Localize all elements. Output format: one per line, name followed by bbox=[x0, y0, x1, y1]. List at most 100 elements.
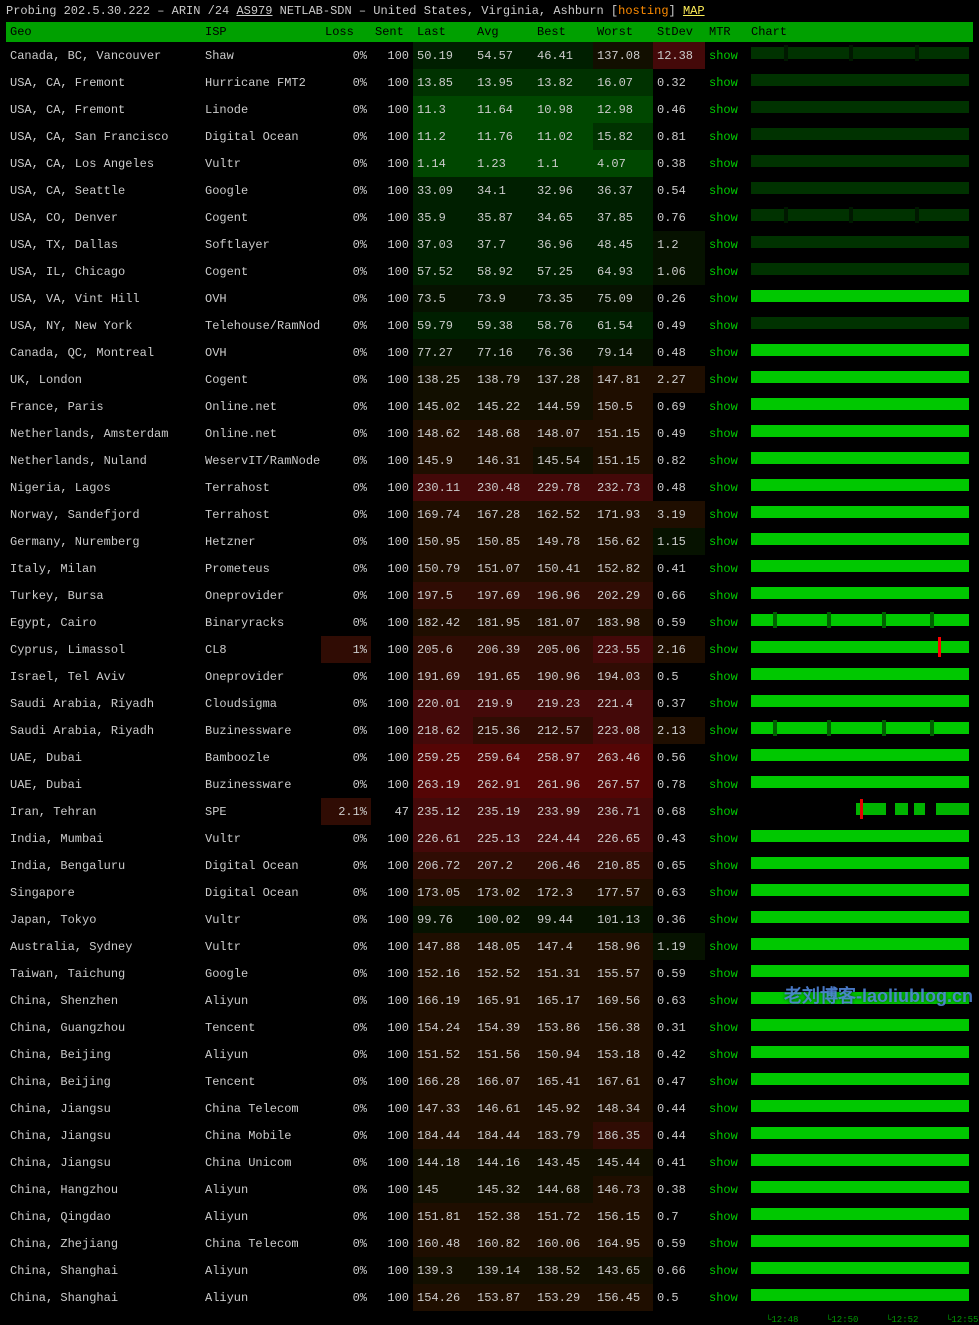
mtr-show-link[interactable]: show bbox=[705, 150, 747, 177]
mtr-show-link[interactable]: show bbox=[705, 879, 747, 906]
cell-loss: 0% bbox=[321, 825, 371, 852]
mtr-show-link[interactable]: show bbox=[705, 1230, 747, 1257]
cell-avg: 262.91 bbox=[473, 771, 533, 798]
mtr-show-link[interactable]: show bbox=[705, 420, 747, 447]
mtr-show-link[interactable]: show bbox=[705, 582, 747, 609]
table-row: China, GuangzhouTencent0%100154.24154.39… bbox=[6, 1014, 973, 1041]
col-stdev[interactable]: StDev bbox=[653, 22, 705, 42]
mtr-show-link[interactable]: show bbox=[705, 717, 747, 744]
time-tick: 12:48 bbox=[766, 1315, 798, 1325]
cell-sent: 100 bbox=[371, 987, 413, 1014]
cell-last: 13.85 bbox=[413, 69, 473, 96]
mtr-show-link[interactable]: show bbox=[705, 663, 747, 690]
chart-cell bbox=[747, 447, 973, 474]
cell-isp: WeservIT/RamNode bbox=[201, 447, 321, 474]
mtr-show-link[interactable]: show bbox=[705, 1122, 747, 1149]
mtr-show-link[interactable]: show bbox=[705, 906, 747, 933]
mtr-show-link[interactable]: show bbox=[705, 258, 747, 285]
col-worst[interactable]: Worst bbox=[593, 22, 653, 42]
mtr-show-link[interactable]: show bbox=[705, 609, 747, 636]
mtr-show-link[interactable]: show bbox=[705, 1041, 747, 1068]
mtr-show-link[interactable]: show bbox=[705, 1257, 747, 1284]
chart-cell bbox=[747, 879, 973, 906]
cell-worst: 16.07 bbox=[593, 69, 653, 96]
cell-best: 138.52 bbox=[533, 1257, 593, 1284]
mtr-show-link[interactable]: show bbox=[705, 501, 747, 528]
col-geo[interactable]: Geo bbox=[6, 22, 201, 42]
asn-link[interactable]: AS979 bbox=[236, 4, 272, 18]
mtr-show-link[interactable]: show bbox=[705, 447, 747, 474]
mtr-show-link[interactable]: show bbox=[705, 1284, 747, 1311]
cell-geo: China, Qingdao bbox=[6, 1203, 201, 1230]
mtr-show-link[interactable]: show bbox=[705, 1068, 747, 1095]
cell-best: 137.28 bbox=[533, 366, 593, 393]
mtr-show-link[interactable]: show bbox=[705, 285, 747, 312]
table-row: China, ShanghaiAliyun0%100154.26153.8715… bbox=[6, 1284, 973, 1311]
cell-loss: 0% bbox=[321, 690, 371, 717]
mtr-show-link[interactable]: show bbox=[705, 123, 747, 150]
chart-cell bbox=[747, 285, 973, 312]
mtr-show-link[interactable]: show bbox=[705, 825, 747, 852]
cell-loss: 2.1% bbox=[321, 798, 371, 825]
cell-stdev: 0.65 bbox=[653, 852, 705, 879]
cell-avg: 35.87 bbox=[473, 204, 533, 231]
mtr-show-link[interactable]: show bbox=[705, 960, 747, 987]
mtr-show-link[interactable]: show bbox=[705, 852, 747, 879]
mtr-show-link[interactable]: show bbox=[705, 744, 747, 771]
cell-loss: 0% bbox=[321, 1014, 371, 1041]
cell-worst: 221.4 bbox=[593, 690, 653, 717]
mtr-show-link[interactable]: show bbox=[705, 798, 747, 825]
col-loss[interactable]: Loss bbox=[321, 22, 371, 42]
mtr-show-link[interactable]: show bbox=[705, 528, 747, 555]
mtr-show-link[interactable]: show bbox=[705, 312, 747, 339]
chart-cell bbox=[747, 852, 973, 879]
mtr-show-link[interactable]: show bbox=[705, 987, 747, 1014]
cell-avg: 167.28 bbox=[473, 501, 533, 528]
mtr-show-link[interactable]: show bbox=[705, 690, 747, 717]
cell-geo: China, Hangzhou bbox=[6, 1176, 201, 1203]
cell-sent: 100 bbox=[371, 285, 413, 312]
mtr-show-link[interactable]: show bbox=[705, 636, 747, 663]
mtr-show-link[interactable]: show bbox=[705, 1176, 747, 1203]
mtr-show-link[interactable]: show bbox=[705, 366, 747, 393]
table-header-row: Geo ISP Loss Sent Last Avg Best Worst St… bbox=[6, 22, 973, 42]
col-mtr[interactable]: MTR bbox=[705, 22, 747, 42]
col-avg[interactable]: Avg bbox=[473, 22, 533, 42]
mtr-show-link[interactable]: show bbox=[705, 96, 747, 123]
cell-geo: Saudi Arabia, Riyadh bbox=[6, 717, 201, 744]
cell-last: 220.01 bbox=[413, 690, 473, 717]
mtr-show-link[interactable]: show bbox=[705, 69, 747, 96]
cell-stdev: 0.43 bbox=[653, 825, 705, 852]
col-sent[interactable]: Sent bbox=[371, 22, 413, 42]
mtr-show-link[interactable]: show bbox=[705, 933, 747, 960]
mtr-show-link[interactable]: show bbox=[705, 555, 747, 582]
cell-isp: Buzinessware bbox=[201, 717, 321, 744]
cell-worst: 36.37 bbox=[593, 177, 653, 204]
map-link[interactable]: MAP bbox=[683, 4, 705, 18]
col-chart[interactable]: Chart bbox=[747, 22, 973, 42]
col-isp[interactable]: ISP bbox=[201, 22, 321, 42]
mtr-show-link[interactable]: show bbox=[705, 177, 747, 204]
cell-last: 151.52 bbox=[413, 1041, 473, 1068]
mtr-show-link[interactable]: show bbox=[705, 771, 747, 798]
mtr-show-link[interactable]: show bbox=[705, 1203, 747, 1230]
mtr-show-link[interactable]: show bbox=[705, 204, 747, 231]
cell-avg: 100.02 bbox=[473, 906, 533, 933]
mtr-show-link[interactable]: show bbox=[705, 231, 747, 258]
mtr-show-link[interactable]: show bbox=[705, 474, 747, 501]
cell-avg: 151.07 bbox=[473, 555, 533, 582]
cell-worst: 223.08 bbox=[593, 717, 653, 744]
mtr-show-link[interactable]: show bbox=[705, 1095, 747, 1122]
mtr-show-link[interactable]: show bbox=[705, 1014, 747, 1041]
table-row: China, JiangsuChina Mobile0%100184.44184… bbox=[6, 1122, 973, 1149]
cell-stdev: 1.2 bbox=[653, 231, 705, 258]
mtr-show-link[interactable]: show bbox=[705, 1149, 747, 1176]
mtr-show-link[interactable]: show bbox=[705, 339, 747, 366]
col-best[interactable]: Best bbox=[533, 22, 593, 42]
cell-isp: Aliyun bbox=[201, 1257, 321, 1284]
mtr-show-link[interactable]: show bbox=[705, 393, 747, 420]
cell-worst: 137.08 bbox=[593, 42, 653, 69]
cell-isp: Aliyun bbox=[201, 987, 321, 1014]
col-last[interactable]: Last bbox=[413, 22, 473, 42]
mtr-show-link[interactable]: show bbox=[705, 42, 747, 69]
